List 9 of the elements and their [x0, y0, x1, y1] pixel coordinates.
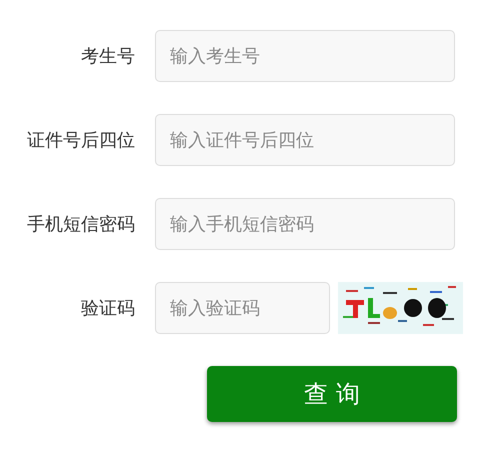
field-label: 考生号 [80, 45, 135, 68]
field-label: 验证码 [80, 297, 135, 320]
input-field[interactable]: 输入证件号后四位 [155, 114, 455, 166]
search-button[interactable]: 查 询 [207, 366, 457, 422]
field-label: 手机短信密码 [26, 213, 135, 236]
input-field[interactable]: 输入手机短信密码 [155, 198, 455, 250]
input-field[interactable]: 输入考生号 [155, 30, 455, 82]
input-field[interactable]: 输入验证码 [155, 282, 330, 334]
field-label: 证件号后四位 [26, 129, 135, 152]
